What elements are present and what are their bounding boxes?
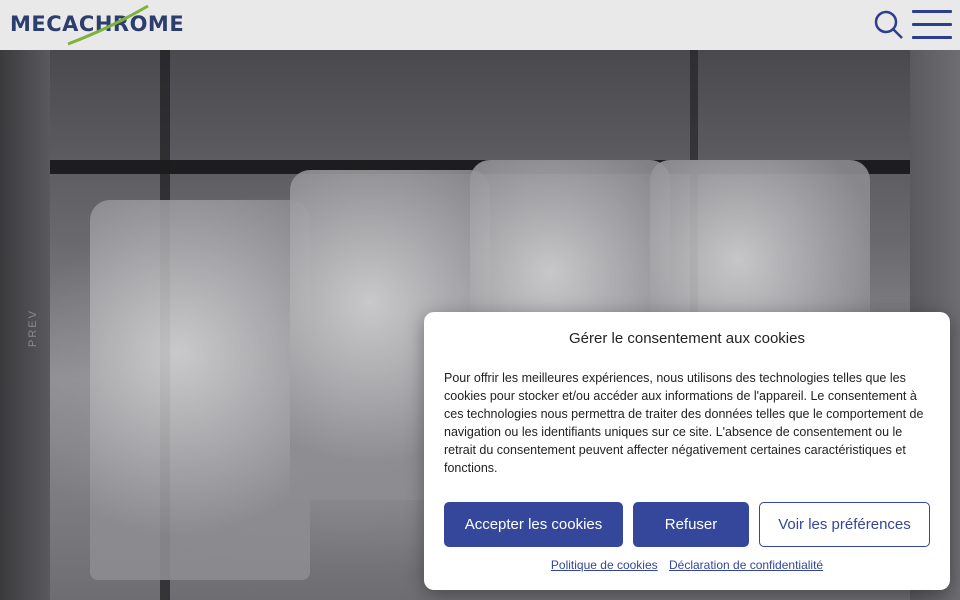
privacy-statement-link[interactable]: Déclaration de confidentialité: [669, 558, 823, 572]
refuse-cookies-button[interactable]: Refuser: [633, 502, 749, 547]
slider-prev-button[interactable]: PREV: [27, 309, 39, 347]
cookie-dialog-links: Politique de cookies Déclaration de conf…: [424, 558, 950, 572]
view-preferences-button[interactable]: Voir les préférences: [759, 502, 930, 547]
logo-swoosh-icon: [67, 4, 149, 46]
search-icon: [874, 10, 903, 39]
site-header: MECACHROME: [0, 0, 960, 51]
menu-button[interactable]: [912, 8, 952, 42]
slider-prev-area[interactable]: [0, 50, 50, 600]
accept-cookies-button[interactable]: Accepter les cookies: [444, 502, 623, 547]
cookie-policy-link[interactable]: Politique de cookies: [551, 558, 658, 572]
search-button[interactable]: [873, 9, 905, 41]
cookie-dialog-text: Pour offrir les meilleures expériences, …: [444, 371, 924, 475]
hero-engine: [90, 200, 310, 580]
cookie-dialog-title: Gérer le consentement aux cookies: [569, 330, 805, 347]
cookie-consent-dialog: Gérer le consentement aux cookies Pour o…: [424, 312, 950, 590]
hamburger-menu-icon: [912, 10, 952, 13]
